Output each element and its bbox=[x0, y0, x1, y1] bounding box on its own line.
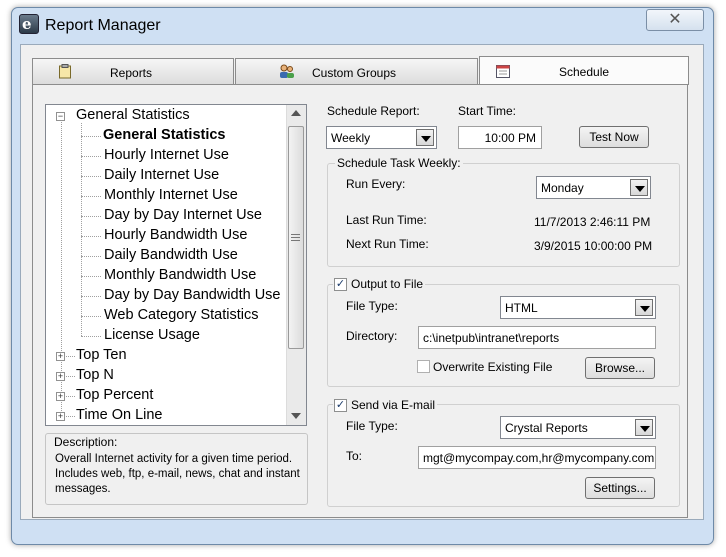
email-group-title: Send via E-mail bbox=[333, 398, 438, 412]
tab-schedule[interactable]: Schedule bbox=[479, 56, 689, 85]
email-file-type-select[interactable]: Crystal Reports bbox=[500, 416, 656, 439]
tree-line bbox=[81, 196, 101, 197]
tree-item-monthly-internet-use[interactable]: Monthly Internet Use bbox=[104, 187, 238, 203]
chevron-down-icon[interactable] bbox=[635, 419, 653, 436]
settings-button[interactable]: Settings... bbox=[585, 477, 655, 499]
window-title: Report Manager bbox=[45, 17, 161, 34]
tab-schedule-label: Schedule bbox=[559, 65, 610, 79]
tab-reports[interactable]: Reports bbox=[32, 58, 234, 84]
run-every-value: Monday bbox=[541, 181, 584, 195]
tree-line bbox=[81, 296, 101, 297]
tree-item-day-by-day-bandwidth-use[interactable]: Day by Day Bandwidth Use bbox=[104, 287, 281, 303]
tree-item-hourly-internet-use[interactable]: Hourly Internet Use bbox=[104, 147, 229, 163]
tree-line bbox=[81, 156, 101, 157]
users-icon bbox=[278, 64, 294, 78]
tree-line bbox=[81, 276, 101, 277]
directory-label: Directory: bbox=[346, 329, 398, 343]
overwrite-label: Overwrite Existing File bbox=[433, 360, 553, 374]
next-run-value: 3/9/2015 10:00:00 PM bbox=[534, 239, 653, 253]
chevron-down-icon[interactable] bbox=[635, 299, 653, 316]
browse-button[interactable]: Browse... bbox=[585, 357, 655, 379]
tree-line bbox=[81, 316, 101, 317]
output-file-type-value: HTML bbox=[505, 301, 538, 315]
last-run-label: Last Run Time: bbox=[346, 213, 427, 227]
expand-toggle[interactable]: + bbox=[56, 412, 65, 421]
expand-toggle[interactable]: + bbox=[56, 392, 65, 401]
tree-root-general-statistics[interactable]: General Statistics bbox=[76, 107, 190, 123]
run-every-select[interactable]: Monday bbox=[536, 176, 651, 199]
email-to-value: mgt@mycompay.com,hr@mycompany.com bbox=[423, 451, 655, 465]
tree-item-daily-bandwidth-use[interactable]: Daily Bandwidth Use bbox=[104, 247, 238, 263]
tree-item-license-usage[interactable]: License Usage bbox=[104, 327, 200, 343]
tree-node-top-n[interactable]: Top N bbox=[76, 367, 114, 383]
start-time-value: 10:00 PM bbox=[484, 131, 536, 145]
tab-custom-groups[interactable]: Custom Groups bbox=[235, 58, 478, 84]
app-logo-icon: e bbox=[19, 14, 39, 34]
tree-line bbox=[81, 123, 82, 336]
report-tree[interactable]: − General Statistics General Statistics … bbox=[45, 104, 307, 426]
description-text: Overall Internet activity for a given ti… bbox=[55, 453, 300, 495]
send-email-checkbox[interactable]: ✓ bbox=[334, 399, 347, 412]
tree-line bbox=[81, 236, 101, 237]
email-to-input[interactable]: mgt@mycompay.com,hr@mycompany.com bbox=[418, 446, 656, 469]
run-every-label: Run Every: bbox=[346, 177, 406, 191]
tree-line bbox=[81, 136, 101, 137]
description-title: Description: bbox=[54, 435, 118, 449]
collapse-toggle[interactable]: − bbox=[56, 112, 65, 121]
weekly-group-title: Schedule Task Weekly: bbox=[335, 156, 463, 170]
chevron-down-icon[interactable] bbox=[416, 129, 434, 146]
schedule-report-value: Weekly bbox=[331, 131, 371, 145]
close-button[interactable]: ✕ bbox=[646, 9, 704, 31]
start-time-label: Start Time: bbox=[458, 104, 517, 118]
expand-toggle[interactable]: + bbox=[56, 372, 65, 381]
schedule-report-label: Schedule Report: bbox=[327, 104, 420, 118]
test-now-button[interactable]: Test Now bbox=[579, 126, 649, 148]
tree-item-general-statistics[interactable]: General Statistics bbox=[103, 127, 226, 143]
tree-node-top-percent[interactable]: Top Percent bbox=[76, 387, 153, 403]
tree-line bbox=[81, 176, 101, 177]
directory-value: c:\inetpub\intranet\reports bbox=[423, 331, 560, 345]
tab-custom-groups-label: Custom Groups bbox=[312, 66, 397, 80]
grip-line bbox=[291, 237, 300, 238]
start-time-input[interactable]: 10:00 PM bbox=[458, 126, 542, 149]
email-file-type-value: Crystal Reports bbox=[505, 421, 588, 435]
expand-toggle[interactable]: + bbox=[56, 352, 65, 361]
tab-reports-label: Reports bbox=[110, 66, 153, 80]
to-label: To: bbox=[346, 449, 363, 463]
tree-line bbox=[81, 216, 101, 217]
output-file-type-select[interactable]: HTML bbox=[500, 296, 656, 319]
next-run-label: Next Run Time: bbox=[346, 237, 429, 251]
last-run-value: 11/7/2013 2:46:11 PM bbox=[534, 215, 651, 229]
tree-node-time-on-line[interactable]: Time On Line bbox=[76, 407, 163, 423]
tree-line bbox=[81, 256, 101, 257]
tree-item-monthly-bandwidth-use[interactable]: Monthly Bandwidth Use bbox=[104, 267, 256, 283]
tree-item-day-by-day-internet-use[interactable]: Day by Day Internet Use bbox=[104, 207, 262, 223]
schedule-report-select[interactable]: Weekly bbox=[326, 126, 437, 149]
tree-node-top-ten[interactable]: Top Ten bbox=[76, 347, 127, 363]
email-file-type-label: File Type: bbox=[346, 419, 398, 433]
tree-item-hourly-bandwidth-use[interactable]: Hourly Bandwidth Use bbox=[104, 227, 247, 243]
clipboard-icon bbox=[58, 64, 72, 79]
scroll-up-arrow-icon[interactable] bbox=[291, 110, 301, 116]
output-to-file-checkbox[interactable]: ✓ bbox=[334, 278, 347, 291]
tree-item-web-category-statistics[interactable]: Web Category Statistics bbox=[104, 307, 258, 323]
output-file-type-label: File Type: bbox=[346, 299, 398, 313]
directory-input[interactable]: c:\inetpub\intranet\reports bbox=[418, 326, 656, 349]
tree-item-daily-internet-use[interactable]: Daily Internet Use bbox=[104, 167, 219, 183]
tree-line bbox=[81, 336, 101, 337]
overwrite-checkbox[interactable] bbox=[417, 360, 430, 373]
chevron-down-icon[interactable] bbox=[630, 179, 648, 196]
scroll-down-arrow-icon[interactable] bbox=[291, 413, 301, 419]
calendar-icon bbox=[495, 63, 510, 78]
